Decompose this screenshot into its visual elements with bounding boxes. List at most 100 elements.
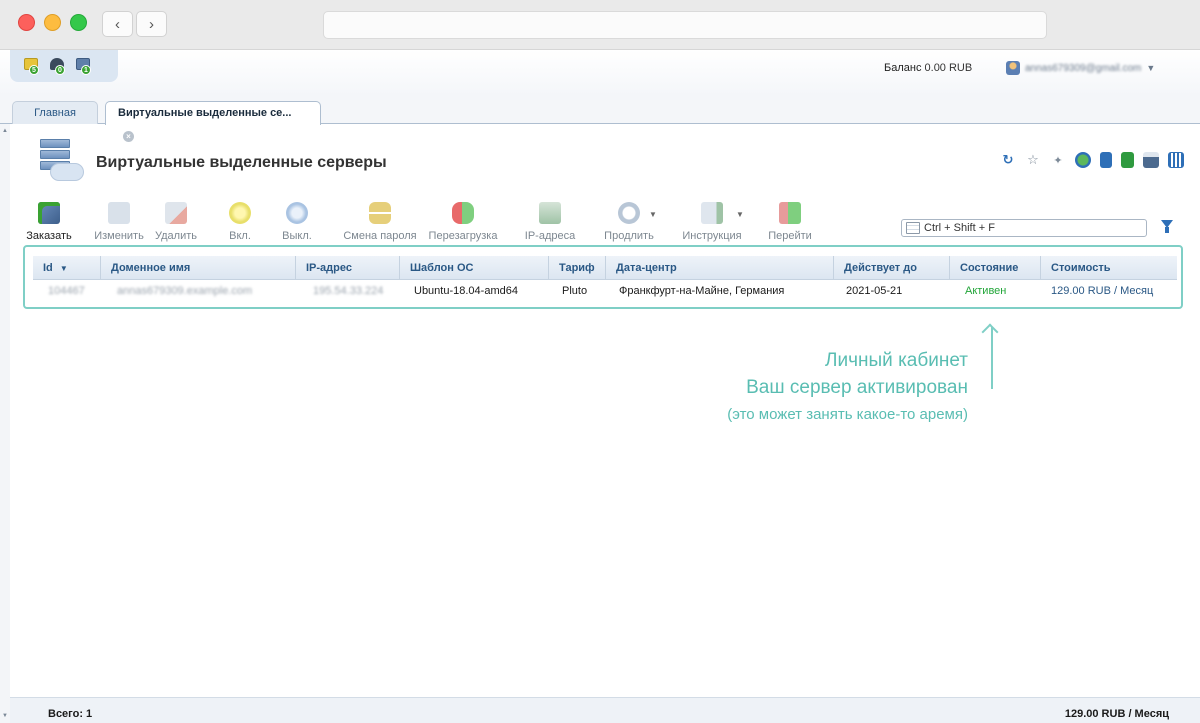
tab-vps[interactable]: Виртуальные выделенные се... × — [105, 101, 321, 142]
balance: Баланс 0.00 RUB — [884, 62, 972, 74]
cell-os: Ubuntu-18.04-amd64 — [414, 285, 518, 297]
close-window-button[interactable] — [18, 14, 35, 31]
forward-button[interactable]: › — [136, 11, 167, 37]
tab-home[interactable]: Главная — [12, 101, 98, 124]
table-row[interactable]: 104467 annas679309.example.com 195.54.33… — [33, 280, 1177, 302]
power-on-button[interactable]: Вкл. — [220, 200, 260, 242]
column-header-valid-until[interactable]: Действует до — [834, 256, 950, 280]
edit-button[interactable]: Изменить — [90, 200, 148, 242]
vps-server-icon — [36, 137, 84, 185]
user-email: annas679309@gmail.com — [1025, 62, 1142, 74]
cell-datacenter: Франкфурт-на-Майне, Германия — [619, 285, 785, 297]
balance-label: Баланс — [884, 62, 922, 74]
key-icon — [369, 202, 391, 224]
lightbulb-on-icon — [229, 202, 251, 224]
edit-icon — [108, 202, 130, 224]
cell-ip: 195.54.33.224 — [313, 285, 384, 297]
window-controls — [18, 14, 87, 31]
header-actions: ↻ ☆ ✦ — [1000, 152, 1184, 168]
minimize-window-button[interactable] — [44, 14, 61, 31]
document-icon[interactable] — [1100, 152, 1112, 168]
column-header-tariff[interactable]: Тариф — [549, 256, 606, 280]
globe-icon[interactable] — [1075, 152, 1091, 168]
column-header-price[interactable]: Стоимость — [1041, 256, 1177, 280]
page-title: Виртуальные выделенные серверы — [96, 154, 387, 171]
refresh-icon[interactable]: ↻ — [1000, 152, 1016, 168]
tab-label: Виртуальные выделенные се... — [118, 107, 292, 119]
notification-badge: 0 — [55, 65, 65, 75]
add-server-icon — [38, 202, 60, 224]
maximize-window-button[interactable] — [70, 14, 87, 31]
chevron-down-icon: ▼ — [736, 210, 744, 219]
vertical-scrollbar[interactable]: ▲ ▼ — [0, 124, 10, 723]
instruction-button[interactable]: Инструкция ▼ — [678, 200, 746, 242]
scroll-down-icon[interactable]: ▼ — [2, 713, 8, 719]
balance-value: 0.00 RUB — [924, 62, 973, 74]
annotation-line-2: Ваш сервер активирован — [746, 377, 968, 398]
total-sum: 129.00 RUB / Месяц — [1064, 708, 1169, 720]
monitor-icon[interactable]: 1 — [76, 58, 92, 75]
column-header-datacenter[interactable]: Дата-центр — [606, 256, 834, 280]
star-icon[interactable]: ☆ — [1025, 152, 1041, 168]
column-header-id[interactable]: Id ▼ — [33, 256, 101, 280]
delete-icon — [165, 202, 187, 224]
cell-valid-until: 2021-05-21 — [846, 285, 903, 297]
chevron-down-icon: ▼ — [1146, 63, 1156, 73]
search-placeholder: Ctrl + Shift + F — [924, 222, 995, 234]
power-off-button[interactable]: Выкл. — [275, 200, 319, 242]
chevron-right-icon: › — [149, 15, 154, 33]
address-bar[interactable] — [323, 11, 1047, 39]
reboot-icon — [452, 202, 474, 224]
notification-badge: 5 — [29, 65, 39, 75]
instruction-icon — [701, 202, 723, 224]
table-header: Id ▼ Доменное имя IP-адрес Шаблон ОС Тар… — [33, 256, 1177, 280]
chevron-down-icon: ▼ — [649, 210, 657, 219]
order-button[interactable]: Заказать — [20, 200, 78, 242]
status-footer: Всего: 1 129.00 RUB / Месяц — [10, 697, 1200, 723]
back-button[interactable]: ‹ — [102, 11, 133, 37]
column-header-status[interactable]: Состояние — [950, 256, 1041, 280]
servers-table: Id ▼ Доменное имя IP-адрес Шаблон ОС Тар… — [23, 245, 1183, 309]
chevron-left-icon: ‹ — [115, 15, 120, 33]
scroll-up-icon[interactable]: ▲ — [2, 128, 8, 134]
go-button[interactable]: Перейти — [762, 200, 818, 242]
reboot-button[interactable]: Перезагрузка — [424, 200, 502, 242]
total-count: Всего: 1 — [48, 708, 93, 720]
print-icon[interactable] — [1143, 152, 1159, 168]
excel-export-icon[interactable] — [1121, 152, 1134, 168]
user-menu[interactable]: annas679309@gmail.com ▼ — [1006, 61, 1155, 75]
delete-button[interactable]: Удалить — [148, 200, 204, 242]
renew-button[interactable]: Продлить ▼ — [599, 200, 659, 242]
close-tab-icon[interactable]: × — [123, 131, 134, 142]
annotation-line-1: Личный кабинет — [825, 350, 968, 371]
cell-price: 129.00 RUB / Месяц — [1051, 285, 1154, 297]
tab-label: Главная — [34, 107, 76, 119]
user-icon — [1006, 61, 1020, 75]
column-header-domain[interactable]: Доменное имя — [101, 256, 296, 280]
go-to-panel-icon — [779, 202, 801, 224]
column-header-ip[interactable]: IP-адрес — [296, 256, 400, 280]
headset-icon[interactable]: 0 — [50, 58, 66, 75]
app-top-bar: 5 0 1 Баланс 0.00 RUB annas679309@gmail.… — [0, 50, 1200, 96]
notification-area: 5 0 1 — [10, 50, 118, 82]
ip-addresses-button[interactable]: IP-адреса — [519, 200, 581, 242]
envelope-icon[interactable]: 5 — [24, 58, 40, 75]
cell-tariff: Pluto — [562, 285, 588, 297]
search-input[interactable]: Ctrl + Shift + F — [901, 219, 1147, 237]
notification-badge: 1 — [81, 65, 91, 75]
tab-bar: Главная Виртуальные выделенные се... × — [0, 96, 1200, 142]
columns-settings-icon[interactable] — [1168, 152, 1184, 168]
pin-icon[interactable]: ✦ — [1050, 152, 1066, 168]
lightbulb-off-icon — [286, 202, 308, 224]
sort-desc-icon: ▼ — [59, 264, 68, 273]
column-header-os[interactable]: Шаблон ОС — [400, 256, 549, 280]
network-icon — [539, 202, 561, 224]
change-password-button[interactable]: Смена пароля — [341, 200, 419, 242]
cell-domain: annas679309.example.com — [117, 285, 253, 297]
cell-status: Активен — [965, 285, 1007, 297]
cell-id: 104467 — [48, 285, 85, 297]
filter-icon[interactable] — [1161, 220, 1173, 233]
annotation-arrow — [991, 327, 993, 389]
browser-chrome: ‹ › — [0, 0, 1200, 50]
clock-icon — [618, 202, 640, 224]
